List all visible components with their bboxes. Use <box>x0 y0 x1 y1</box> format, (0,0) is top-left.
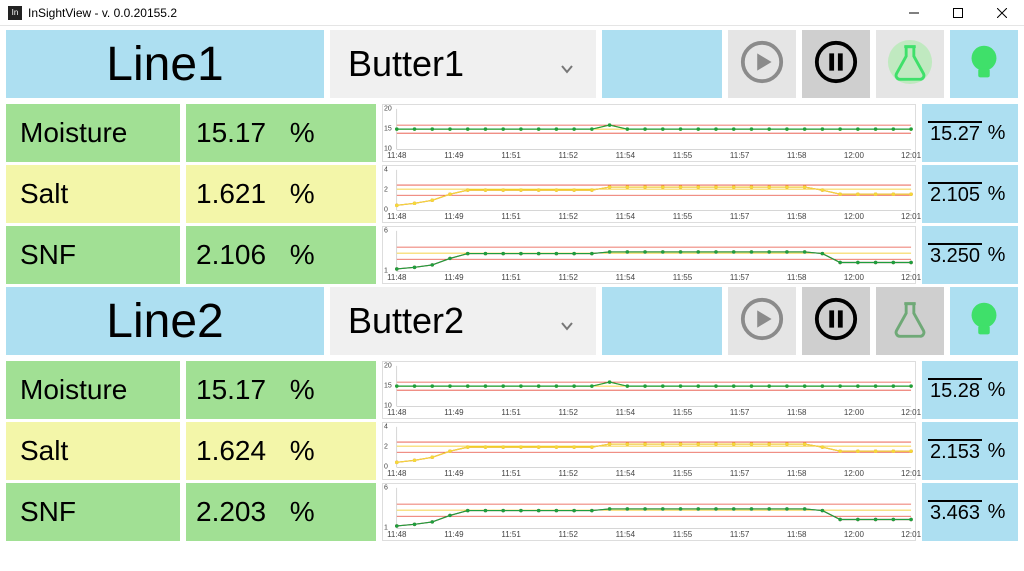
flask-button[interactable] <box>876 30 944 98</box>
param-value: 2.106 % <box>186 226 376 284</box>
param-row-salt: Salt1.624 %02411:4811:4911:5111:5211:541… <box>6 422 1018 480</box>
recipe-selected: Butter1 <box>348 43 464 85</box>
trend-chart-moist: 10152011:4811:4911:5111:5211:5411:5511:5… <box>382 361 916 419</box>
param-name: Salt <box>6 165 180 223</box>
param-name: SNF <box>6 483 180 541</box>
param-average: 3.250 % <box>922 226 1018 284</box>
line-title: Line1 <box>6 30 324 98</box>
recipe-dropdown[interactable]: Butter1 <box>330 30 596 98</box>
flask-button[interactable] <box>876 287 944 355</box>
titlebar: In InSightView - v. 0.0.20155.2 <box>0 0 1024 26</box>
param-value: 1.621 % <box>186 165 376 223</box>
param-average: 2.105 % <box>922 165 1018 223</box>
param-value: 15.17 % <box>186 104 376 162</box>
window-title: InSightView - v. 0.0.20155.2 <box>28 6 177 20</box>
pause-button[interactable] <box>802 30 870 98</box>
play-icon <box>739 296 785 347</box>
play-button[interactable] <box>728 30 796 98</box>
param-row-moist: Moisture15.17 %10152011:4811:4911:5111:5… <box>6 104 1018 162</box>
line-block-2: Line2 Butter2 Moisture15.17 %10152011:4811… <box>6 287 1018 541</box>
line-title: Line2 <box>6 287 324 355</box>
flask-icon <box>887 296 933 347</box>
line-block-1: Line1 Butter1 Moisture15.17 %10152011:4811… <box>6 30 1018 284</box>
window-minimize-button[interactable] <box>892 0 936 26</box>
play-icon <box>739 39 785 90</box>
pause-button[interactable] <box>802 287 870 355</box>
window-maximize-button[interactable] <box>936 0 980 26</box>
trend-chart-salt: 02411:4811:4911:5111:5211:5411:5511:5711… <box>382 422 916 480</box>
param-name: Moisture <box>6 361 180 419</box>
bulb-icon <box>961 39 1007 90</box>
param-average: 15.27 % <box>922 104 1018 162</box>
param-average: 15.28 % <box>922 361 1018 419</box>
param-row-snf: SNF2.106 %1611:4811:4911:5111:5211:5411:… <box>6 226 1018 284</box>
param-name: SNF <box>6 226 180 284</box>
param-row-snf: SNF2.203 %1611:4811:4911:5111:5211:5411:… <box>6 483 1018 541</box>
window-close-button[interactable] <box>980 0 1024 26</box>
chevron-down-icon <box>560 43 574 85</box>
param-row-moist: Moisture15.17 %10152011:4811:4911:5111:5… <box>6 361 1018 419</box>
chevron-down-icon <box>560 300 574 342</box>
bulb-button[interactable] <box>950 287 1018 355</box>
param-average: 2.153 % <box>922 422 1018 480</box>
param-value: 1.624 % <box>186 422 376 480</box>
app-icon: In <box>8 6 22 20</box>
param-name: Moisture <box>6 104 180 162</box>
trend-chart-moist: 10152011:4811:4911:5111:5211:5411:5511:5… <box>382 104 916 162</box>
param-value: 2.203 % <box>186 483 376 541</box>
trend-chart-salt: 02411:4811:4911:5111:5211:5411:5511:5711… <box>382 165 916 223</box>
bulb-icon <box>961 296 1007 347</box>
param-row-salt: Salt1.621 %02411:4811:4911:5111:5211:541… <box>6 165 1018 223</box>
pause-icon <box>813 39 859 90</box>
header-spacer <box>602 30 722 98</box>
recipe-dropdown[interactable]: Butter2 <box>330 287 596 355</box>
param-average: 3.463 % <box>922 483 1018 541</box>
trend-chart-snf: 1611:4811:4911:5111:5211:5411:5511:5711:… <box>382 226 916 284</box>
bulb-button[interactable] <box>950 30 1018 98</box>
play-button[interactable] <box>728 287 796 355</box>
param-name: Salt <box>6 422 180 480</box>
recipe-selected: Butter2 <box>348 300 464 342</box>
flask-icon <box>887 39 933 90</box>
pause-icon <box>813 296 859 347</box>
header-spacer <box>602 287 722 355</box>
trend-chart-snf: 1611:4811:4911:5111:5211:5411:5511:5711:… <box>382 483 916 541</box>
param-value: 15.17 % <box>186 361 376 419</box>
